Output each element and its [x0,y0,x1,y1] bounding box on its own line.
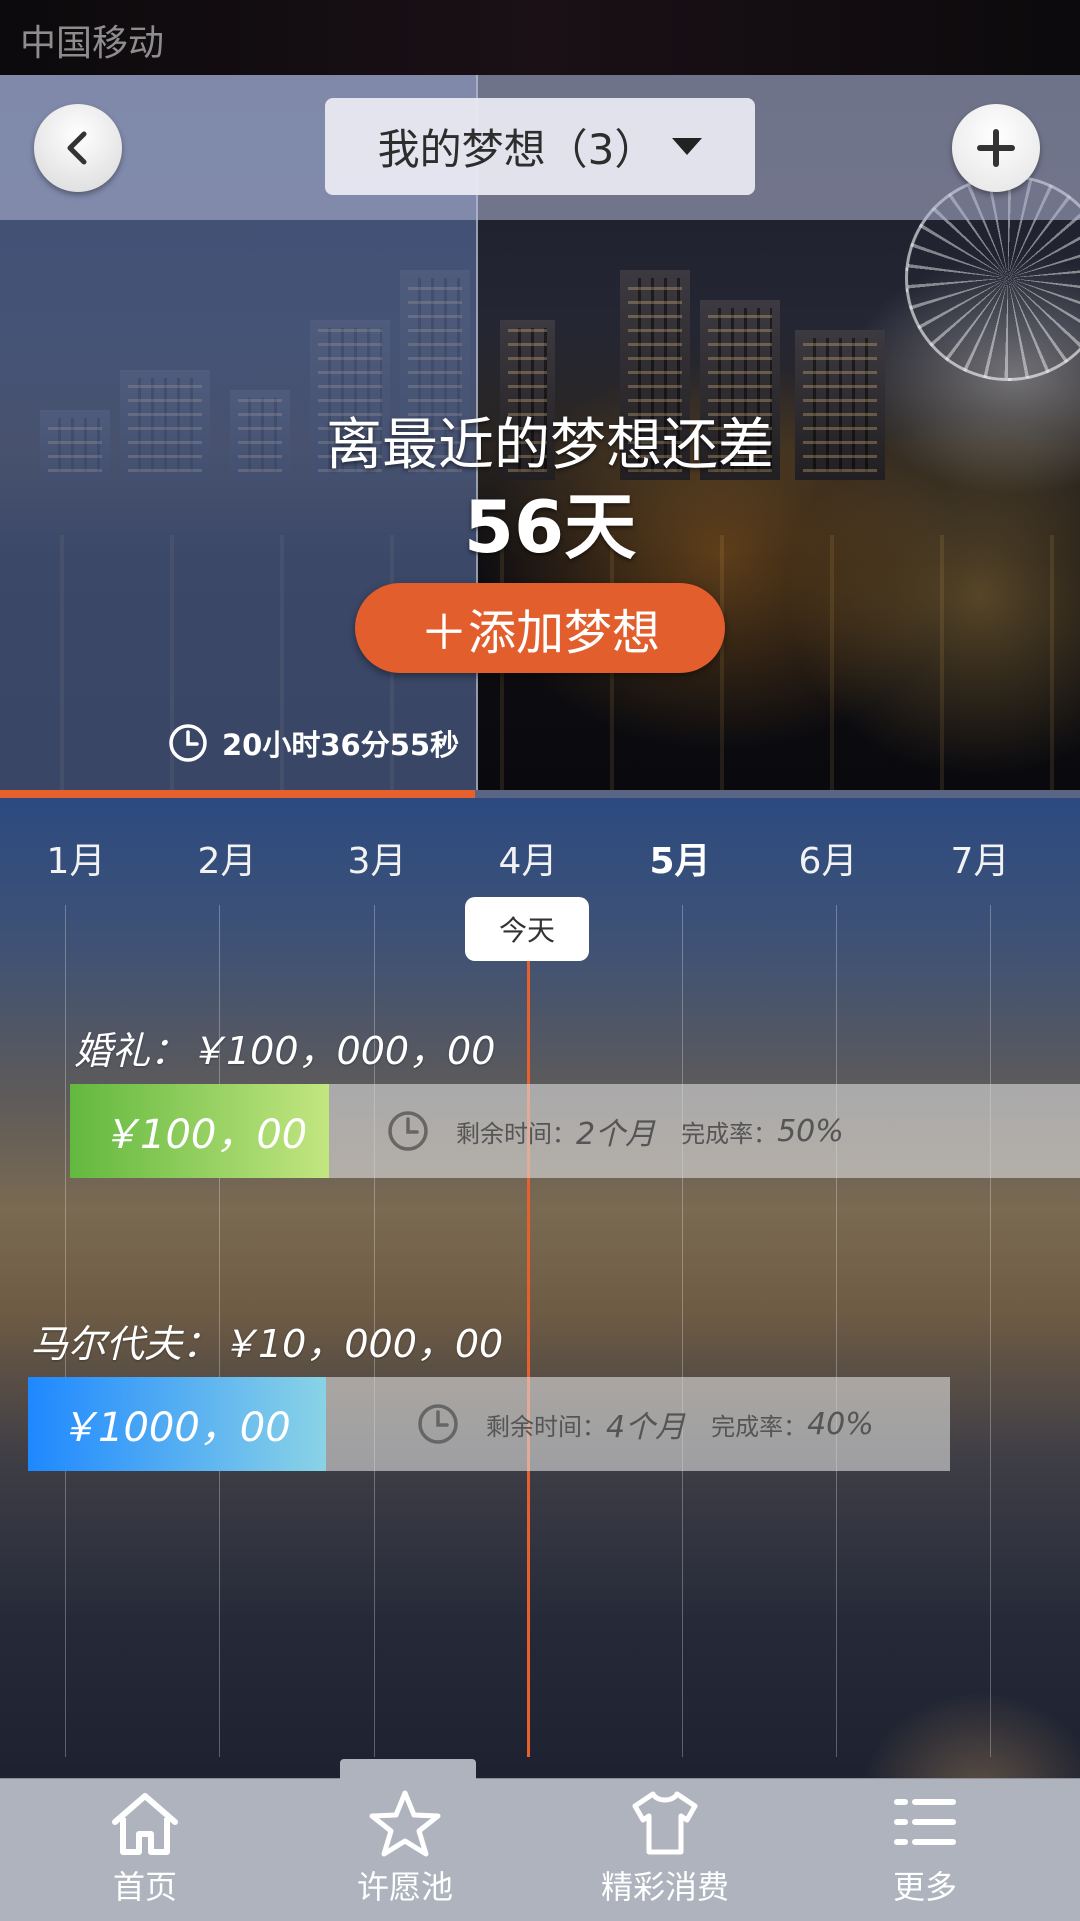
home-icon [112,1793,178,1855]
add-button[interactable] [952,104,1040,192]
month-label[interactable]: 6月 [768,832,888,884]
nav-label: 更多 [892,1868,957,1906]
plus-icon [977,129,1015,167]
nav-label: 首页 [112,1868,177,1906]
rate-label: 完成率： [681,1119,778,1148]
clock-icon [169,724,207,762]
month-label[interactable]: 3月 [317,832,437,884]
back-button[interactable] [34,104,122,192]
nav-item-shopping[interactable]: 精彩消费 [565,1788,765,1908]
dream-info: 剩余时间： 4个月 完成率： 40% [416,1377,900,1471]
dream-selector-dropdown[interactable]: 我的梦想（3） [325,98,755,195]
remaining-label: 剩余时间： [486,1412,606,1441]
status-bar: 中国移动 [0,0,1080,75]
month-label[interactable]: 2月 [167,832,287,884]
dream-info: 剩余时间： 2个月 完成率： 50% [386,1084,870,1178]
clock-icon [388,1111,428,1151]
tshirt-icon [632,1791,698,1855]
nav-item-more[interactable]: 更多 [825,1788,1025,1908]
nav-item-home[interactable]: 首页 [45,1788,245,1908]
add-dream-button[interactable]: ＋添加梦想 [355,583,725,673]
remaining-value: 2个月 [576,1117,656,1152]
chevron-left-icon [67,131,87,165]
remaining-label: 剩余时间： [456,1119,576,1148]
nav-active-indicator [340,1759,476,1779]
rate-value: 40% [807,1406,874,1442]
caret-down-icon [672,138,703,155]
month-label-current[interactable]: 5月 [620,832,740,884]
carrier-label: 中国移动 [20,23,165,64]
today-marker-line [527,955,530,1757]
nav-label: 精彩消费 [600,1868,729,1906]
dream-title: 马尔代夫：￥10，000，00 [30,1322,504,1366]
nav-item-wishing-pool[interactable]: 许愿池 [305,1788,505,1908]
nav-label: 许愿池 [356,1868,453,1906]
month-gridline [836,905,837,1757]
star-icon [369,1790,441,1857]
remaining-value: 4个月 [606,1410,686,1445]
countdown-text: 20小时36分55秒 [222,728,460,762]
clock-icon [418,1404,458,1444]
dream-saved-amount: ￥100，00 [70,1084,329,1178]
dream-selector-label: 我的梦想（3） [377,125,657,174]
countdown-timer: 20小时36分55秒 [168,722,459,764]
dream-saved-text: ￥100，00 [100,1112,308,1158]
dream-saved-text: ￥1000，00 [58,1405,291,1451]
month-label[interactable]: 1月 [16,832,136,884]
month-gridline [990,905,991,1757]
rate-label: 完成率： [711,1412,808,1441]
dream-title: 婚礼：￥100，000，00 [74,1029,496,1073]
month-gridline [682,905,683,1757]
rate-value: 50% [777,1113,844,1149]
today-marker-tag: 今天 [465,897,589,961]
progress-fill [0,790,475,798]
month-label[interactable]: 7月 [920,832,1040,884]
menu-icon [894,1799,956,1845]
month-label[interactable]: 4月 [468,832,588,884]
days-remaining: 56天 [463,485,637,569]
dream-saved-amount: ￥1000，00 [28,1377,326,1471]
